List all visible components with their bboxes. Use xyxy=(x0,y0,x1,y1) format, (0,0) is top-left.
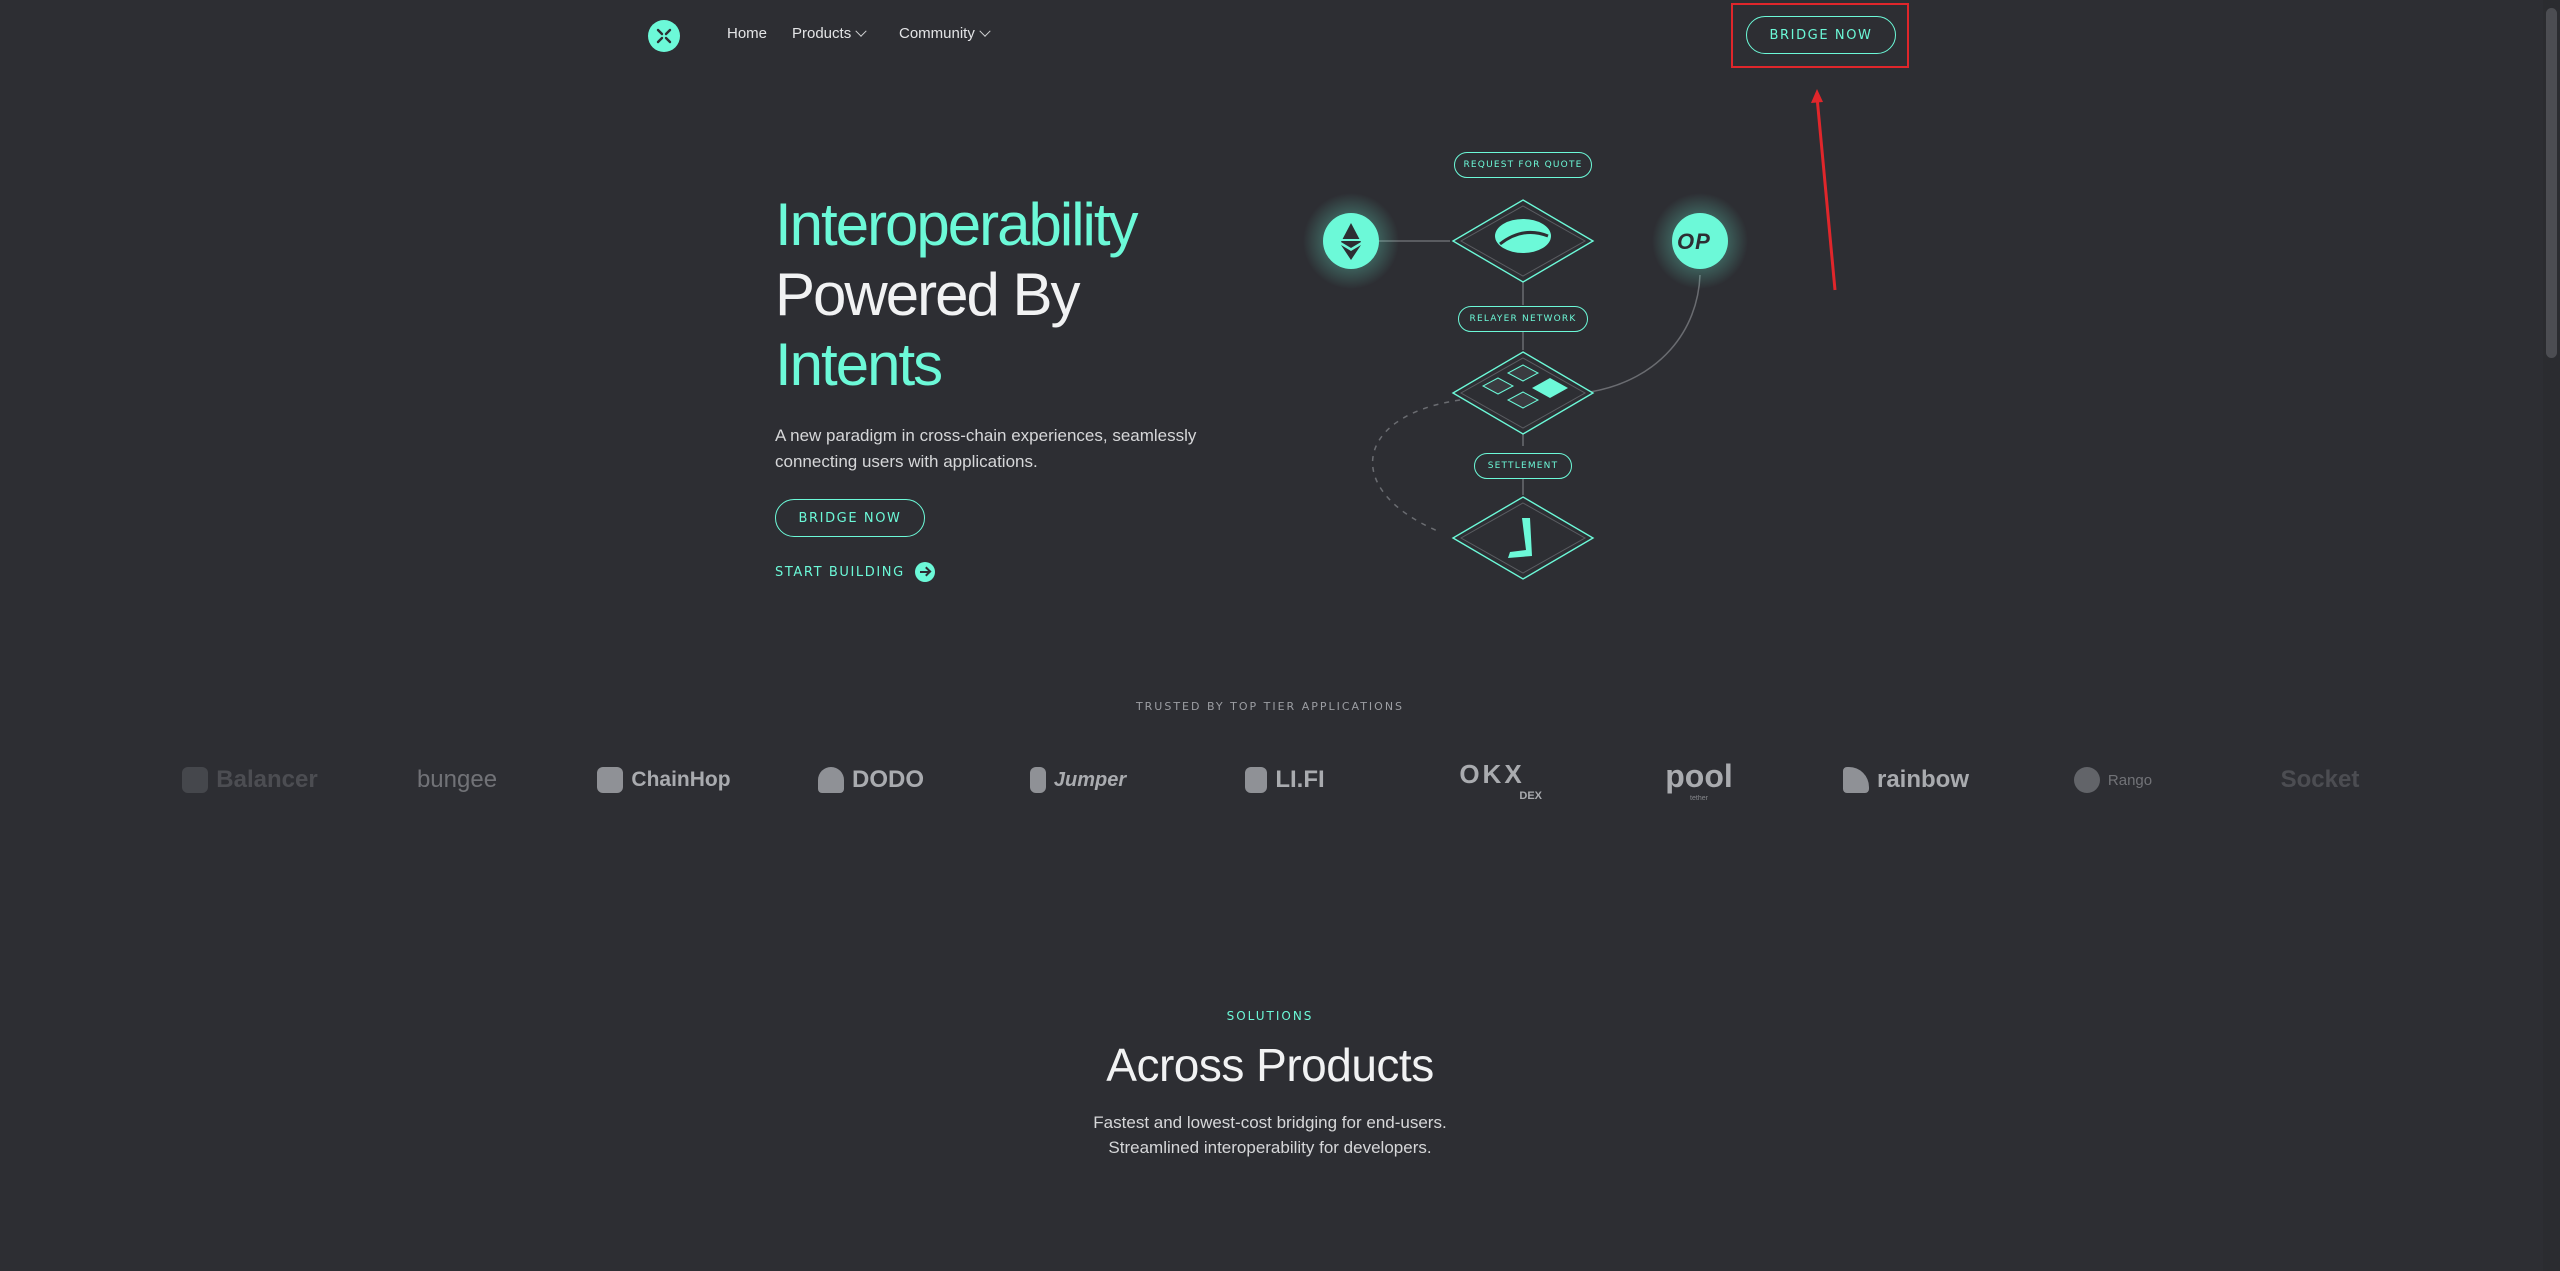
logo-jumper-label: Jumper xyxy=(1053,768,1127,791)
logo-okx-label: OKX xyxy=(1459,758,1525,789)
highlight-box xyxy=(1731,3,1909,68)
solutions-title: Across Products xyxy=(1106,1039,1434,1091)
logo-dodo-label: DODO xyxy=(852,766,924,793)
annotation-arrow-icon xyxy=(1811,89,1837,291)
logo-bungee: bungee xyxy=(357,766,557,794)
across-logo-icon[interactable] xyxy=(648,20,680,52)
logo-rango-label: Rango xyxy=(2107,771,2153,789)
chainhop-icon xyxy=(597,767,624,793)
trusted-heading: TRUSTED BY TOP TIER APPLICATIONS xyxy=(1135,700,1405,713)
nav-community-dropdown[interactable]: Community xyxy=(899,25,991,42)
hero-title-line3: Intents xyxy=(775,331,943,398)
nav-home-link[interactable]: Home xyxy=(727,25,767,42)
logo-pool-label: pool xyxy=(1665,758,1733,794)
pill-relayer-network: RELAYER NETWORK xyxy=(1458,306,1588,332)
nav-products-label: Products xyxy=(792,25,852,42)
pill-request-for-quote: REQUEST FOR QUOTE xyxy=(1454,152,1592,178)
logo-jumper: Jumper xyxy=(978,767,1178,793)
logo-chainhop-label: ChainHop xyxy=(631,768,731,791)
rainbow-icon xyxy=(1842,767,1869,793)
hero-subtitle: A new paradigm in cross-chain experience… xyxy=(775,426,1197,471)
balancer-icon xyxy=(182,767,209,793)
logo-okx: OKX DEX xyxy=(1392,759,1592,802)
partner-logo-row: Balancer bungee ChainHop DODO Jumper LI.… xyxy=(150,752,2420,808)
logo-pool: pool tether xyxy=(1599,758,1799,802)
solutions-line1: Fastest and lowest-cost bridging for end… xyxy=(1093,1113,1447,1132)
logo-lifi-label: LI.FI xyxy=(1275,766,1325,793)
logo-socket: Socket xyxy=(2220,766,2420,794)
start-building-link[interactable]: START BUILDING xyxy=(775,562,935,582)
logo-bungee-label: bungee xyxy=(416,766,498,793)
solutions-subtitle: Fastest and lowest-cost bridging for end… xyxy=(0,1110,2540,1160)
logo-rainbow: rainbow xyxy=(1806,766,2006,794)
logo-dodo: DODO xyxy=(771,766,971,794)
logo-chainhop: ChainHop xyxy=(564,767,764,793)
logo-rainbow-label: rainbow xyxy=(1876,766,1969,793)
logo-pool-sub: tether xyxy=(1690,795,1708,802)
intent-flow-diagram: OP REQUEST FOR QUOTE RELAYER NETWORK SET… xyxy=(1300,140,1780,600)
dodo-icon xyxy=(818,767,844,793)
logo-lifi: LI.FI xyxy=(1185,766,1385,794)
logo-balancer: Balancer xyxy=(150,766,350,794)
rango-icon xyxy=(2073,767,2100,793)
scrollbar-thumb[interactable] xyxy=(2546,8,2557,358)
nav-products-dropdown[interactable]: Products xyxy=(792,25,867,42)
lifi-icon xyxy=(1245,767,1268,793)
chevron-down-icon xyxy=(979,25,991,37)
logo-socket-label: Socket xyxy=(2280,766,2360,793)
nav-community-label: Community xyxy=(899,25,975,42)
solutions-kicker: SOLUTIONS xyxy=(1226,1009,1314,1023)
nav-home-label: Home xyxy=(727,25,768,42)
pill-settlement: SETTLEMENT xyxy=(1474,453,1572,479)
arrow-right-circle-icon xyxy=(914,562,935,582)
hero-bridge-now-button[interactable]: BRIDGE NOW xyxy=(775,499,925,537)
logo-balancer-label: Balancer xyxy=(216,766,318,793)
op-label: OP xyxy=(1677,229,1711,254)
hero-title: Interoperability Powered By Intents xyxy=(775,190,1139,400)
solutions-line2: Streamlined interoperability for develop… xyxy=(1108,1138,1432,1157)
chevron-down-icon xyxy=(855,25,867,37)
jumper-icon xyxy=(1029,767,1046,793)
hero-title-line1: Interoperability xyxy=(775,191,1139,258)
logo-okx-sub: DEX xyxy=(1519,789,1542,802)
logo-rango: Rango xyxy=(2013,767,2213,793)
hero-title-line2: Powered By xyxy=(775,261,1080,328)
start-building-label: START BUILDING xyxy=(775,564,905,580)
